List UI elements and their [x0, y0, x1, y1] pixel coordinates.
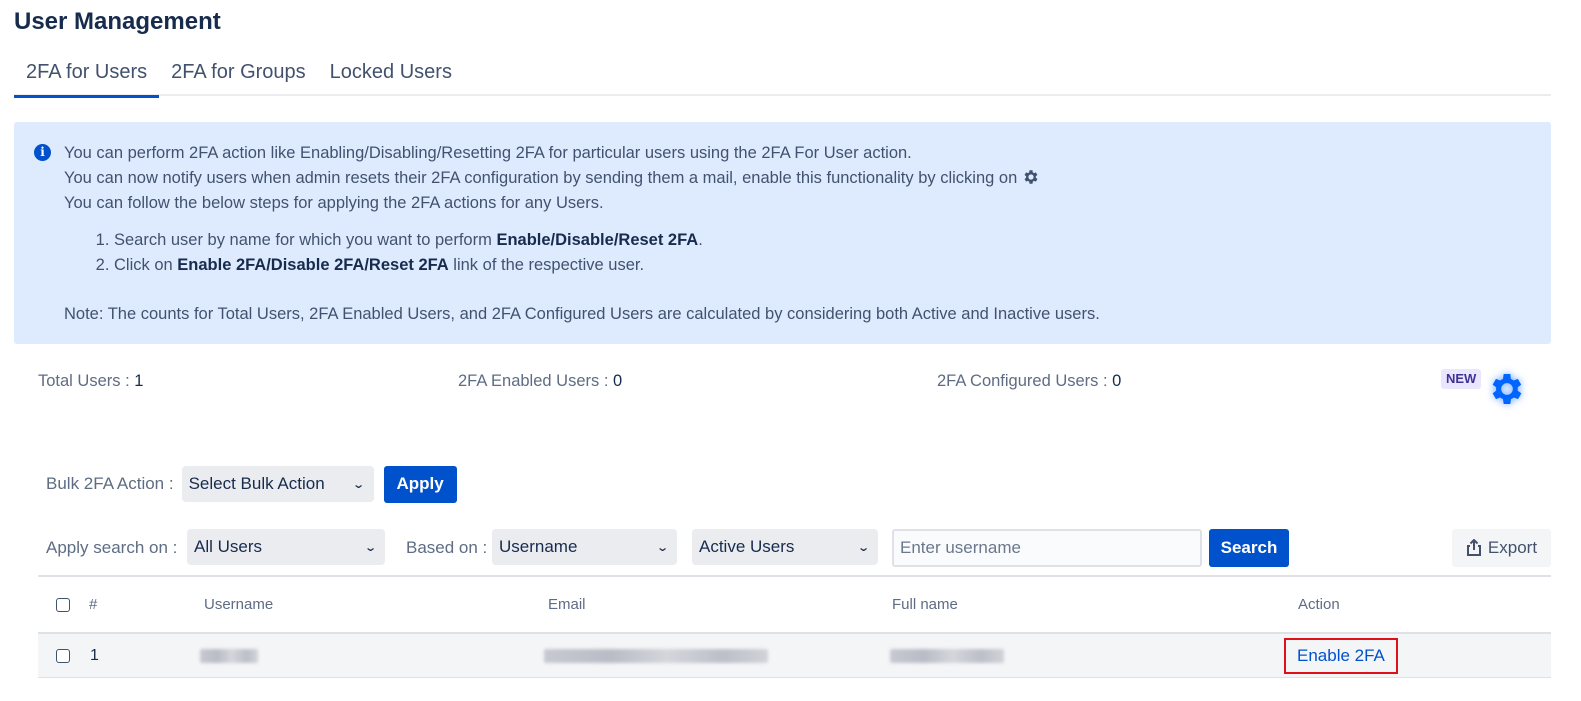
step-item: Click on Enable 2FA/Disable 2FA/Reset 2F… [114, 253, 1531, 278]
gear-icon[interactable] [1487, 369, 1527, 409]
full-name-redacted [890, 648, 1004, 663]
steps-list: Search user by name for which you want t… [64, 228, 1531, 278]
bulk-action-label: Bulk 2FA Action : [46, 474, 174, 493]
total-users-label: Total Users : [38, 372, 135, 390]
select-all-checkbox[interactable] [56, 597, 70, 612]
gear-icon [1024, 170, 1038, 184]
chevron-down-icon: ⌄ [856, 541, 870, 554]
username-redacted [200, 648, 258, 663]
enable-2fa-link[interactable]: Enable 2FA [1284, 637, 1398, 674]
enabled-users-value: 0 [613, 372, 623, 390]
step-suffix: . [698, 231, 703, 249]
upload-icon [1466, 539, 1481, 556]
column-header-index: # [89, 596, 98, 613]
step-suffix: link of the respective user. [448, 256, 645, 274]
tab-bar: 2FA for Users 2FA for Groups Locked User… [14, 52, 1551, 98]
tab-locked-users[interactable]: Locked Users [318, 52, 464, 96]
configured-users-value: 0 [1112, 372, 1122, 390]
info-icon: i [34, 144, 51, 161]
table-row: 1 Enable 2FA [38, 634, 1551, 678]
based-on-label: Based on : [406, 538, 488, 557]
search-row: Apply search on : All Users ⌄ Based on :… [46, 529, 1551, 567]
step-item: Search user by name for which you want t… [114, 228, 1531, 253]
total-users-stat: Total Users : 1 [38, 372, 143, 391]
column-header-action: Action [1298, 596, 1340, 613]
page-title: User Management [14, 8, 221, 35]
info-line-3: You can follow the below steps for apply… [64, 194, 604, 212]
stats-bar: Total Users : 1 2FA Enabled Users : 0 2F… [0, 372, 1581, 396]
chevron-down-icon: ⌄ [352, 478, 366, 491]
table-header: # Username Email Full name Action [38, 575, 1551, 634]
row-checkbox[interactable] [56, 648, 70, 663]
column-header-email[interactable]: Email [548, 577, 586, 632]
enabled-users-stat: 2FA Enabled Users : 0 [458, 372, 622, 391]
column-header-full-name[interactable]: Full name [892, 577, 958, 632]
info-line-1: You can perform 2FA action like Enabling… [64, 144, 912, 162]
chevron-down-icon: ⌄ [363, 541, 377, 554]
configured-users-label: 2FA Configured Users : [937, 372, 1113, 390]
user-status-select[interactable]: Active Users ⌄ [692, 529, 878, 565]
chevron-down-icon: ⌄ [655, 541, 669, 554]
based-on-select[interactable]: Username ⌄ [492, 529, 677, 565]
configured-users-stat: 2FA Configured Users : 0 [937, 372, 1121, 391]
info-note: Note: The counts for Total Users, 2FA En… [64, 305, 1100, 323]
info-line-2-text: You can now notify users when admin rese… [64, 169, 1018, 187]
info-panel: i You can perform 2FA action like Enabli… [14, 122, 1551, 344]
bulk-action-select[interactable]: Select Bulk Action ⌄ [181, 466, 374, 502]
email-redacted [544, 648, 768, 663]
tab-2fa-for-users[interactable]: 2FA for Users [14, 52, 160, 98]
export-label: Export [1487, 538, 1538, 557]
bulk-action-row: Bulk 2FA Action : Select Bulk Action ⌄ A… [46, 465, 457, 503]
username-search-input[interactable] [892, 529, 1202, 567]
user-status-value: Active Users [699, 537, 795, 556]
step-text: Search user by name for which you want t… [114, 231, 497, 249]
info-line-2: You can now notify users when admin rese… [64, 166, 1531, 191]
step-text: Click on [114, 256, 178, 274]
users-table: # Username Email Full name Action 1 Enab… [38, 575, 1551, 678]
tab-2fa-for-groups[interactable]: 2FA for Groups [159, 52, 318, 96]
search-button[interactable]: Search [1209, 529, 1289, 567]
new-badge: NEW [1441, 369, 1482, 389]
apply-search-on-select[interactable]: All Users ⌄ [187, 529, 385, 565]
column-header-username[interactable]: Username [204, 577, 273, 632]
step-bold: Enable/Disable/Reset 2FA [496, 231, 699, 249]
total-users-value: 1 [134, 372, 144, 390]
based-on-value: Username [499, 537, 578, 556]
step-bold: Enable 2FA/Disable 2FA/Reset 2FA [177, 256, 449, 274]
row-index: 1 [90, 646, 99, 664]
bulk-action-select-value: Select Bulk Action [188, 474, 325, 493]
apply-search-on-value: All Users [194, 537, 263, 556]
apply-button[interactable]: Apply [383, 465, 457, 503]
apply-search-on-label: Apply search on : [46, 538, 178, 557]
export-button[interactable]: Export [1452, 529, 1551, 567]
enabled-users-label: 2FA Enabled Users : [458, 372, 614, 390]
